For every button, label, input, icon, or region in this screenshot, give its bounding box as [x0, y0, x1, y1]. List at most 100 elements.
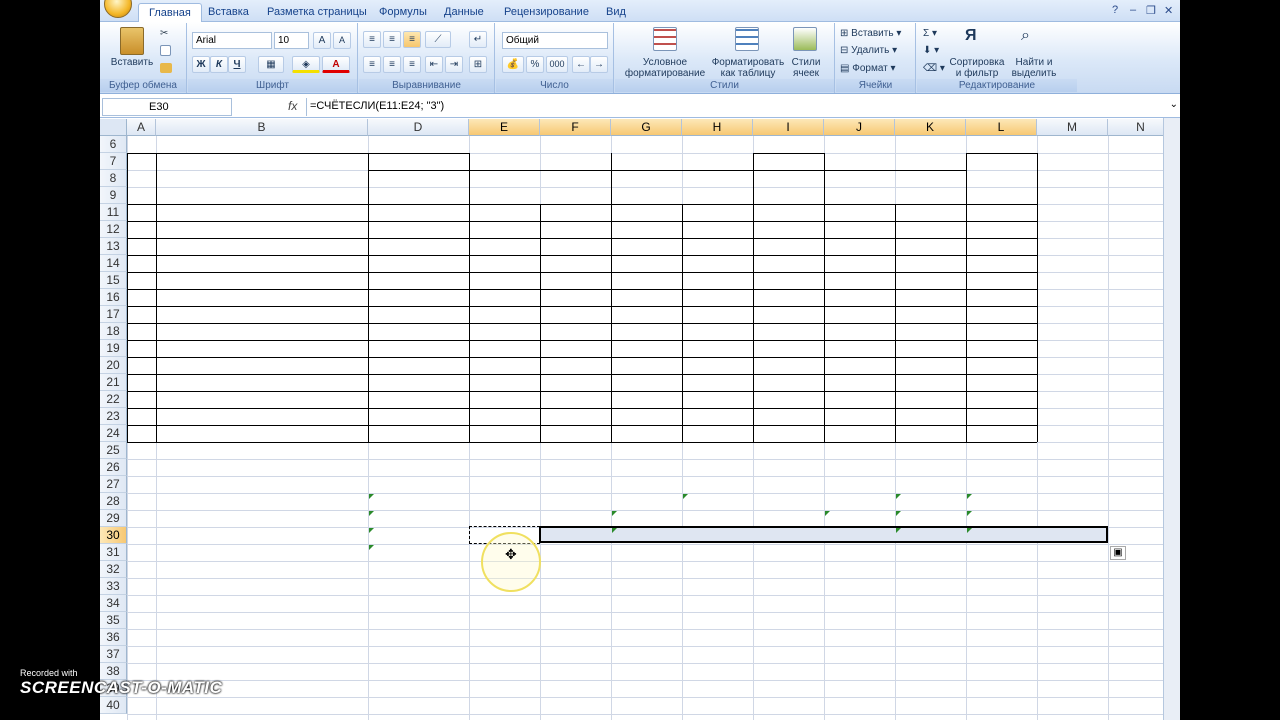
tab-data[interactable]: Данные	[434, 3, 494, 22]
fill-color-button[interactable]: ◈	[292, 56, 320, 73]
paste-icon[interactable]	[120, 27, 144, 55]
format-as-table-label[interactable]: Форматировать как таблицу	[711, 57, 785, 79]
row-header[interactable]: 36	[100, 629, 127, 646]
underline-button[interactable]: Ч	[228, 56, 246, 73]
fill-icon[interactable]: ⬇ ▾	[923, 45, 939, 56]
borders-button[interactable]: ▦	[258, 56, 284, 73]
merge-button[interactable]: ⊞	[469, 56, 487, 73]
row-header[interactable]: 26	[100, 459, 127, 476]
select-all-corner[interactable]	[100, 119, 127, 136]
align-left-button[interactable]: ≡	[363, 56, 381, 73]
column-header[interactable]: J	[824, 119, 895, 136]
row-header[interactable]: 33	[100, 578, 127, 595]
row-header[interactable]: 34	[100, 595, 127, 612]
clear-icon[interactable]: ⌫ ▾	[923, 63, 945, 74]
column-header[interactable]: G	[611, 119, 682, 136]
autosum-icon[interactable]: Σ ▾	[923, 28, 937, 39]
format-cells-button[interactable]: ▤ Формат ▾	[840, 63, 896, 74]
row-header[interactable]: 25	[100, 442, 127, 459]
binoculars-icon[interactable]: ⌕	[1021, 27, 1045, 49]
column-header[interactable]: H	[682, 119, 753, 136]
help-icon[interactable]: ?	[1112, 4, 1118, 16]
cell-styles-label[interactable]: Стили ячеек	[785, 57, 827, 79]
align-top-button[interactable]: ≡	[363, 31, 381, 48]
grow-font-button[interactable]: A	[313, 32, 331, 49]
row-header[interactable]: 28	[100, 493, 127, 510]
sort-filter-label[interactable]: Сортировка и фильтр	[947, 57, 1007, 79]
tab-view[interactable]: Вид	[596, 3, 636, 22]
row-header[interactable]: 35	[100, 612, 127, 629]
align-bottom-button[interactable]: ≡	[403, 31, 421, 48]
fx-icon[interactable]: fx	[288, 99, 297, 113]
currency-button[interactable]: 💰	[502, 56, 524, 73]
row-header[interactable]: 20	[100, 357, 127, 374]
column-header[interactable]: D	[368, 119, 469, 136]
row-header[interactable]: 8	[100, 170, 127, 187]
minimize-icon[interactable]: –	[1130, 4, 1136, 16]
row-header[interactable]: 19	[100, 340, 127, 357]
tab-formulas[interactable]: Формулы	[369, 3, 437, 22]
row-header[interactable]: 24	[100, 425, 127, 442]
cell-styles-icon[interactable]	[793, 27, 817, 51]
column-header[interactable]: F	[540, 119, 611, 136]
row-header[interactable]: 17	[100, 306, 127, 323]
insert-cells-button[interactable]: ⊞ Вставить ▾	[840, 28, 901, 39]
conditional-format-icon[interactable]	[653, 27, 677, 51]
row-header[interactable]: 27	[100, 476, 127, 493]
find-select-label[interactable]: Найти и выделить	[1007, 57, 1061, 79]
increase-decimal-button[interactable]: ←	[572, 56, 590, 73]
cut-icon[interactable]: ✂	[160, 28, 172, 39]
row-header[interactable]: 18	[100, 323, 127, 340]
delete-cells-button[interactable]: ⊟ Удалить ▾	[840, 45, 897, 56]
orientation-button[interactable]: ⟋	[425, 31, 451, 48]
row-header[interactable]: 29	[100, 510, 127, 527]
paste-label[interactable]: Вставить	[110, 57, 154, 68]
row-header[interactable]: 16	[100, 289, 127, 306]
row-header[interactable]: 15	[100, 272, 127, 289]
column-header[interactable]: L	[966, 119, 1037, 136]
restore-icon[interactable]: ❐	[1146, 4, 1156, 17]
number-format-select[interactable]: Общий	[502, 32, 608, 49]
row-header[interactable]: 37	[100, 646, 127, 663]
tab-review[interactable]: Рецензирование	[494, 3, 599, 22]
tab-insert[interactable]: Вставка	[198, 3, 259, 22]
row-header[interactable]: 31	[100, 544, 127, 561]
decrease-decimal-button[interactable]: →	[590, 56, 608, 73]
row-header[interactable]: 14	[100, 255, 127, 272]
row-header[interactable]: 21	[100, 374, 127, 391]
column-header[interactable]: A	[127, 119, 156, 136]
column-header[interactable]: B	[156, 119, 368, 136]
row-header[interactable]: 7	[100, 153, 127, 170]
font-color-button[interactable]: A	[322, 56, 350, 73]
row-header[interactable]: 32	[100, 561, 127, 578]
row-header[interactable]: 9	[100, 187, 127, 204]
format-painter-icon[interactable]	[160, 63, 172, 73]
row-header[interactable]: 40	[100, 697, 127, 714]
align-right-button[interactable]: ≡	[403, 56, 421, 73]
wrap-text-button[interactable]: ↵	[469, 31, 487, 48]
copy-icon[interactable]	[160, 45, 171, 56]
format-as-table-icon[interactable]	[735, 27, 759, 51]
align-center-button[interactable]: ≡	[383, 56, 401, 73]
increase-indent-button[interactable]: ⇥	[445, 56, 463, 73]
paste-options-icon[interactable]: ▣	[1110, 546, 1126, 560]
column-header[interactable]: K	[895, 119, 966, 136]
row-header[interactable]: 22	[100, 391, 127, 408]
tab-home[interactable]: Главная	[138, 3, 202, 23]
column-header[interactable]: M	[1037, 119, 1108, 136]
row-header[interactable]: 23	[100, 408, 127, 425]
row-header[interactable]: 12	[100, 221, 127, 238]
vertical-scrollbar[interactable]	[1163, 118, 1180, 720]
sort-filter-icon[interactable]: Я	[965, 27, 987, 51]
close-icon[interactable]: ✕	[1164, 4, 1173, 17]
decrease-indent-button[interactable]: ⇤	[425, 56, 443, 73]
shrink-font-button[interactable]: A	[333, 32, 351, 49]
font-name-select[interactable]: Arial	[192, 32, 272, 49]
font-size-select[interactable]: 10	[274, 32, 309, 49]
align-middle-button[interactable]: ≡	[383, 31, 401, 48]
name-box[interactable]: E30	[102, 98, 232, 116]
row-header[interactable]: 11	[100, 204, 127, 221]
conditional-format-label[interactable]: Условное форматирование	[617, 57, 713, 79]
column-header[interactable]: E	[469, 119, 540, 136]
row-header[interactable]: 6	[100, 136, 127, 153]
